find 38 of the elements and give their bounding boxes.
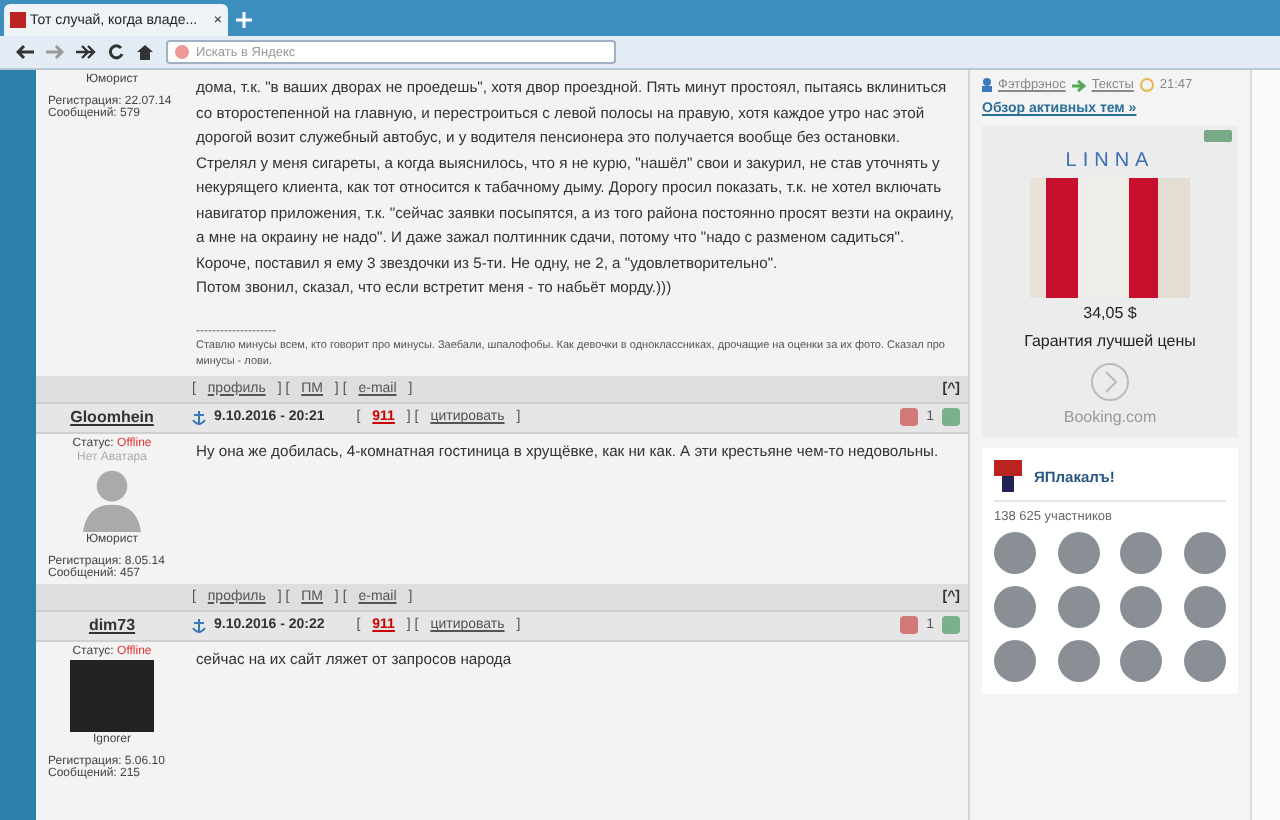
member-avatar[interactable] [1183,640,1226,682]
member-avatar[interactable] [994,532,1036,574]
minus-icon[interactable] [900,616,919,634]
scrollbar-track[interactable] [1250,70,1280,820]
reload-icon[interactable] [108,44,124,60]
minus-icon[interactable] [900,408,919,426]
anchor-icon [192,409,206,425]
ad-banner[interactable]: LINNA 34,05 $ Гарантия лучшей цены Booking.com [982,126,1238,438]
member-avatar[interactable] [994,586,1036,628]
member-avatar[interactable] [1057,640,1100,682]
home-icon[interactable] [136,44,154,60]
member-avatar[interactable] [1057,532,1100,574]
member-avatar[interactable] [1120,640,1163,682]
plus-icon[interactable] [942,408,960,426]
avatar-image [70,659,154,731]
member-avatar[interactable] [1057,586,1100,628]
ad-source: Booking.com [1063,408,1157,426]
member-avatar[interactable] [1120,532,1163,574]
member-avatar[interactable] [1120,586,1163,628]
hotel-price: 34,05 $ [1083,304,1137,322]
member-avatar[interactable] [994,640,1036,682]
hotel-brand: LINNA [1065,150,1155,172]
fast-forward-icon[interactable] [76,44,96,60]
arrow-icon [1071,79,1086,91]
member-avatar[interactable] [1183,532,1226,574]
back-icon[interactable] [16,44,34,60]
community-logo-icon [994,460,1022,492]
new-tab-icon[interactable] [236,12,252,28]
author-name[interactable]: dim73 [36,616,188,634]
user-icon [982,78,992,92]
forward-icon[interactable] [46,44,64,60]
clock-icon [1139,78,1154,92]
ad-caption: Гарантия лучшей цены [1022,330,1198,354]
member-avatar[interactable] [1183,586,1226,628]
plus-icon[interactable] [942,616,960,634]
anchor-icon [192,617,206,633]
author-name[interactable]: Gloomhein [36,408,188,426]
site-logo-icon [10,12,26,28]
